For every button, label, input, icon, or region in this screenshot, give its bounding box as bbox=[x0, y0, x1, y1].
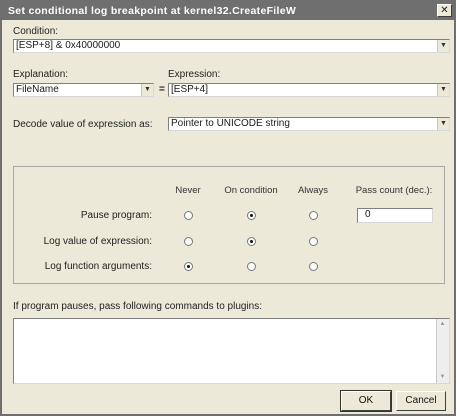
commands-scrollbar[interactable]: ▲ ▼ bbox=[436, 319, 449, 383]
title-bar: Set conditional log breakpoint at kernel… bbox=[2, 2, 454, 20]
explanation-label: Explanation: bbox=[13, 69, 69, 80]
breakpoint-dialog: Set conditional log breakpoint at kernel… bbox=[0, 0, 456, 416]
condition-value: [ESP+8] & 0x40000000 bbox=[16, 40, 121, 51]
commands-textarea[interactable]: ▲ ▼ bbox=[13, 318, 450, 384]
chevron-down-icon[interactable]: ▼ bbox=[437, 118, 449, 130]
chevron-down-icon[interactable]: ▼ bbox=[141, 84, 153, 96]
radio-pause-never[interactable] bbox=[184, 211, 193, 220]
radio-pause-on-condition[interactable] bbox=[247, 211, 256, 220]
pass-count-value: 0 bbox=[365, 209, 371, 220]
column-on-condition: On condition bbox=[224, 185, 278, 196]
ok-button[interactable]: OK bbox=[340, 390, 392, 412]
chevron-down-icon[interactable]: ▼ bbox=[437, 40, 449, 52]
condition-combobox[interactable]: [ESP+8] & 0x40000000 ▼ bbox=[13, 39, 450, 53]
radio-logargs-on-condition[interactable] bbox=[247, 262, 256, 271]
radio-logargs-always[interactable] bbox=[309, 262, 318, 271]
radio-pause-always[interactable] bbox=[309, 211, 318, 220]
decode-select[interactable]: Pointer to UNICODE string ▼ bbox=[168, 117, 450, 131]
row-label-log-arguments: Log function arguments: bbox=[44, 261, 152, 272]
expression-combobox[interactable]: [ESP+4] ▼ bbox=[168, 83, 450, 97]
pass-count-input[interactable]: 0 bbox=[357, 208, 433, 223]
column-always: Always bbox=[297, 185, 329, 196]
condition-label: Condition: bbox=[13, 26, 59, 37]
pass-count-label: Pass count (dec.): bbox=[355, 185, 433, 196]
decode-label: Decode value of expression as: bbox=[13, 119, 153, 130]
decode-value: Pointer to UNICODE string bbox=[171, 118, 290, 129]
radio-logvalue-on-condition[interactable] bbox=[247, 237, 256, 246]
row-label-log-value: Log value of expression: bbox=[43, 236, 152, 247]
cancel-button[interactable]: Cancel bbox=[396, 391, 446, 411]
row-label-pause-program: Pause program: bbox=[80, 210, 152, 221]
explanation-value: FileName bbox=[16, 84, 59, 95]
dialog-title: Set conditional log breakpoint at kernel… bbox=[8, 5, 297, 17]
scroll-down-icon[interactable]: ▼ bbox=[437, 372, 448, 383]
expression-value: [ESP+4] bbox=[171, 84, 208, 95]
radio-logargs-never[interactable] bbox=[184, 262, 193, 271]
equals-sign: = bbox=[159, 84, 165, 95]
radio-logvalue-always[interactable] bbox=[309, 237, 318, 246]
close-icon[interactable]: ✕ bbox=[437, 4, 452, 17]
radio-logvalue-never[interactable] bbox=[184, 237, 193, 246]
column-never: Never bbox=[175, 185, 201, 196]
commands-label: If program pauses, pass following comman… bbox=[13, 301, 263, 312]
expression-label: Expression: bbox=[168, 69, 221, 80]
explanation-combobox[interactable]: FileName ▼ bbox=[13, 83, 154, 97]
chevron-down-icon[interactable]: ▼ bbox=[437, 84, 449, 96]
scroll-up-icon[interactable]: ▲ bbox=[437, 319, 448, 330]
